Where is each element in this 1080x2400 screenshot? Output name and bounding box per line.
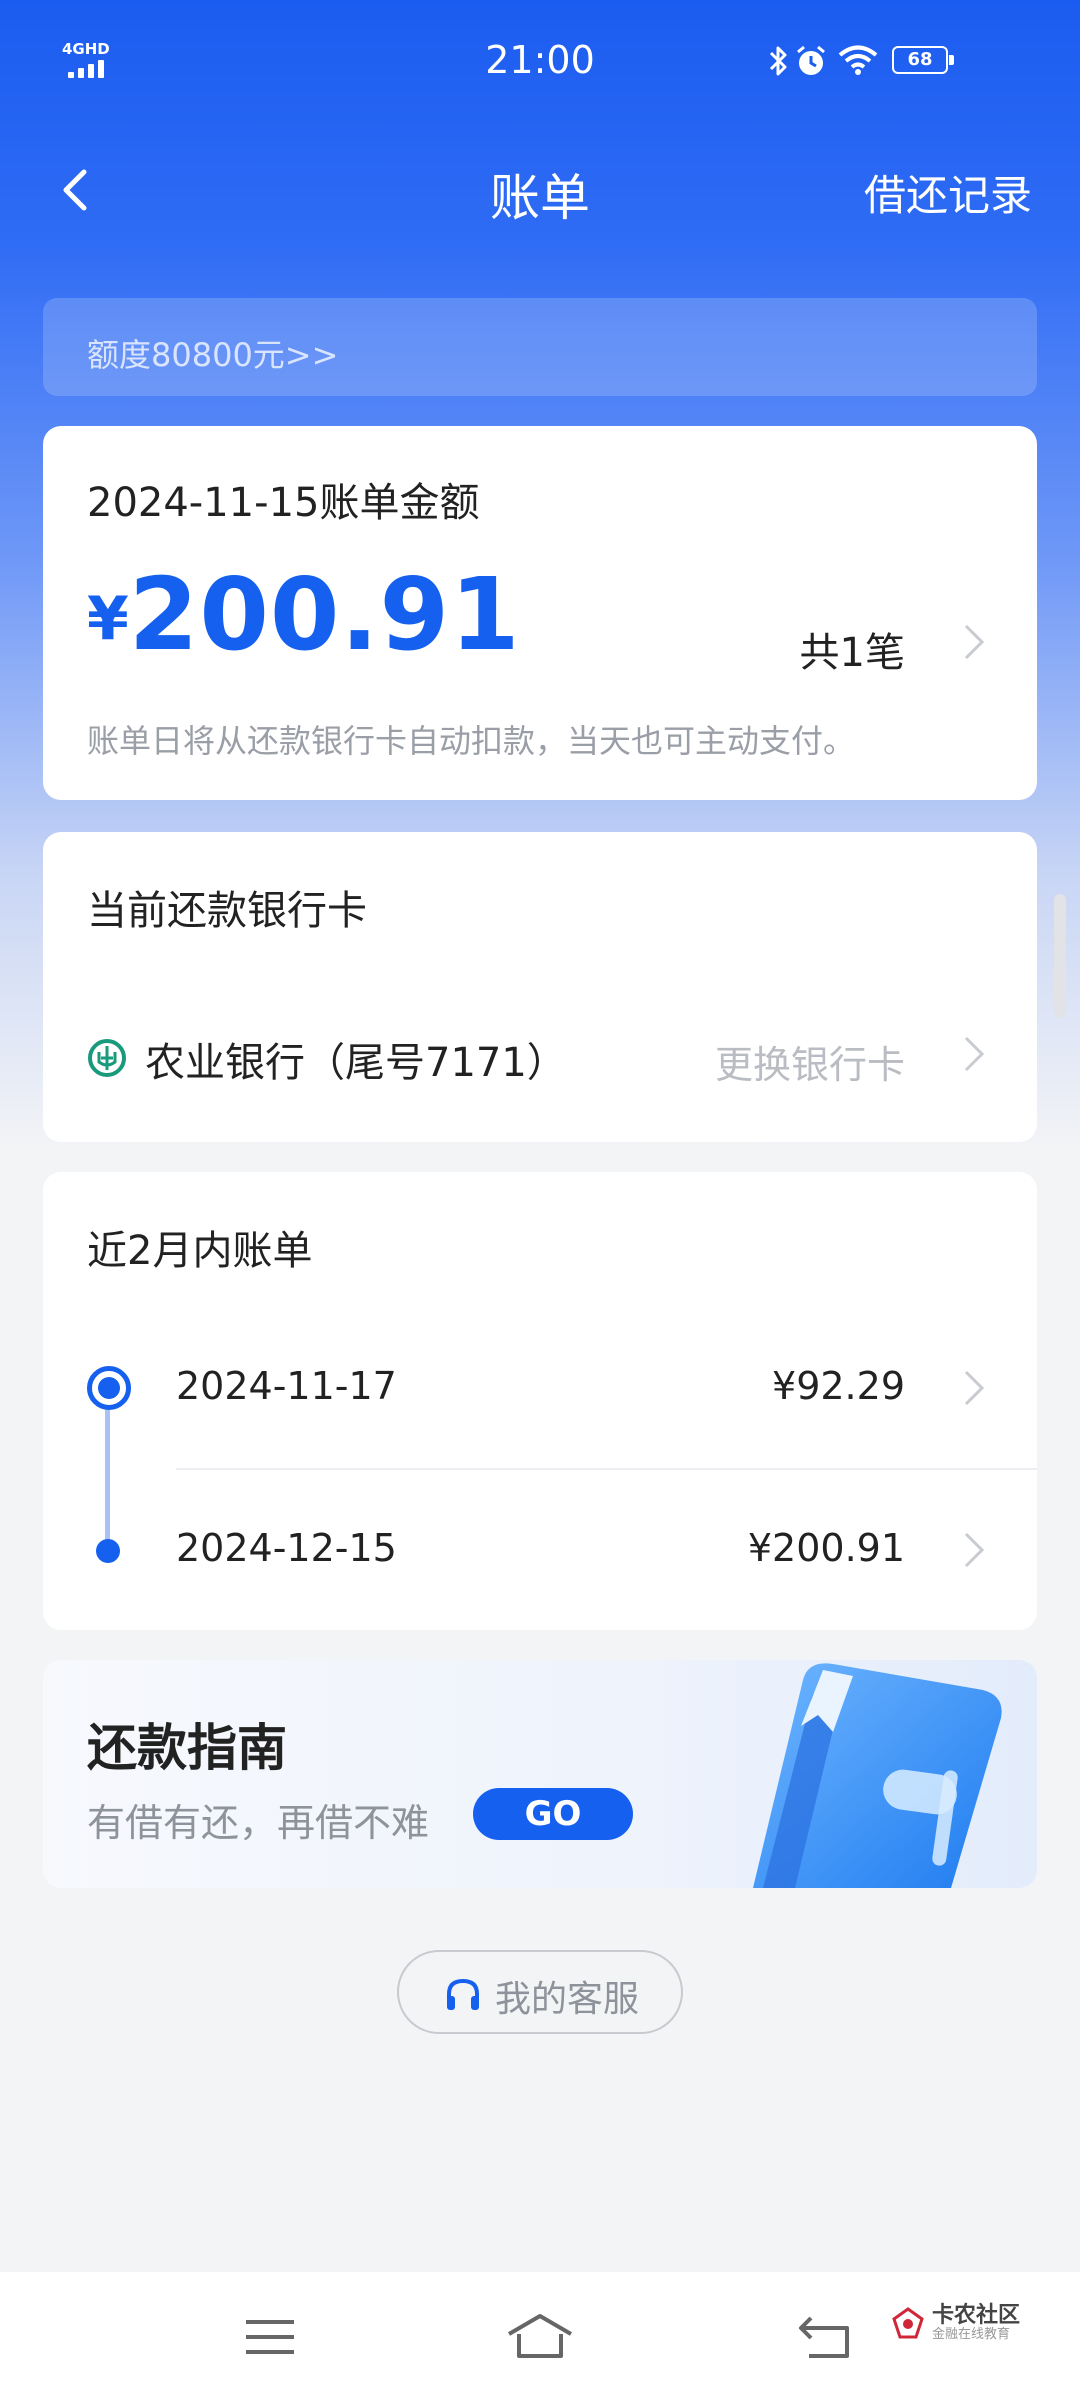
credit-limit-link[interactable]: 额度80800元>> bbox=[43, 298, 1037, 396]
kanong-logo-icon bbox=[892, 2307, 924, 2339]
borrow-repay-record-link[interactable]: 借还记录 bbox=[864, 162, 1032, 223]
timeline-line bbox=[105, 1392, 110, 1558]
chevron-right-icon[interactable] bbox=[961, 1366, 987, 1410]
bill-amount-card[interactable]: 2024-11-15账单金额 ¥200.91 共1笔 账单日将从还款银行卡自动扣… bbox=[43, 426, 1037, 800]
bill-amount: ¥200.91 bbox=[87, 556, 521, 673]
change-bank-card-button[interactable]: 更换银行卡 bbox=[715, 1034, 905, 1089]
bill-amount-value: 200.91 bbox=[128, 556, 521, 673]
scrollbar[interactable] bbox=[1054, 894, 1066, 1018]
chevron-right-icon[interactable] bbox=[961, 1032, 987, 1076]
bank-name: 农业银行（尾号7171） bbox=[145, 1040, 567, 1086]
bank-card-heading: 当前还款银行卡 bbox=[87, 888, 367, 934]
auto-debit-note: 账单日将从还款银行卡自动扣款，当天也可主动支付。 bbox=[87, 722, 856, 760]
divider bbox=[176, 1468, 1037, 1470]
bill-row-date: 2024-12-15 bbox=[176, 1526, 397, 1570]
repayment-bank-card: 当前还款银行卡 农业银行（尾号7171） 更换银行卡 bbox=[43, 832, 1037, 1142]
back-icon[interactable] bbox=[795, 2312, 855, 2362]
go-button[interactable]: GO bbox=[473, 1788, 633, 1840]
abc-bank-logo-icon bbox=[88, 1039, 126, 1077]
bill-count: 共1笔 bbox=[799, 630, 905, 676]
menu-icon[interactable] bbox=[240, 2312, 300, 2362]
headset-icon bbox=[447, 1978, 479, 2010]
repayment-guide-banner[interactable]: 还款指南 有借有还，再借不难 GO bbox=[43, 1660, 1037, 1888]
top-nav-bar: 账单 借还记录 bbox=[0, 140, 1080, 240]
status-bar: 4GHD 21:00 68 bbox=[0, 0, 1080, 125]
chevron-right-icon[interactable] bbox=[961, 1528, 987, 1572]
bill-row-date: 2024-11-17 bbox=[176, 1364, 397, 1408]
recent-bills-card: 近2月内账单 2024-11-17 ¥92.29 2024-12-15 ¥200… bbox=[43, 1172, 1037, 1630]
customer-service-button[interactable]: 我的客服 bbox=[397, 1950, 683, 2034]
bluetooth-icon bbox=[769, 46, 787, 76]
timeline-current-dot bbox=[87, 1366, 131, 1410]
bill-date-title: 2024-11-15账单金额 bbox=[87, 480, 480, 526]
watermark-subtitle: 金融在线教育 bbox=[931, 2327, 1010, 2343]
customer-service-label: 我的客服 bbox=[495, 1979, 640, 2020]
bill-row-amount: ¥92.29 bbox=[772, 1364, 905, 1408]
guide-title: 还款指南 bbox=[87, 1719, 287, 1777]
watermark-title: 卡农社区 bbox=[931, 2303, 1020, 2328]
notebook-illustration-icon bbox=[753, 1663, 1002, 1888]
recent-bills-heading: 近2月内账单 bbox=[87, 1228, 313, 1274]
timeline-dot bbox=[96, 1539, 120, 1563]
chevron-right-icon[interactable] bbox=[961, 620, 987, 664]
home-icon[interactable] bbox=[505, 2312, 575, 2362]
bill-row-amount: ¥200.91 bbox=[747, 1526, 905, 1570]
alarm-icon bbox=[797, 45, 825, 75]
wifi-icon bbox=[838, 45, 878, 75]
guide-subtitle: 有借有还，再借不难 bbox=[87, 1801, 430, 1845]
watermark: 卡农社区 金融在线教育 bbox=[890, 2303, 1020, 2343]
battery-level: 68 bbox=[892, 46, 948, 74]
currency-symbol: ¥ bbox=[87, 584, 129, 654]
